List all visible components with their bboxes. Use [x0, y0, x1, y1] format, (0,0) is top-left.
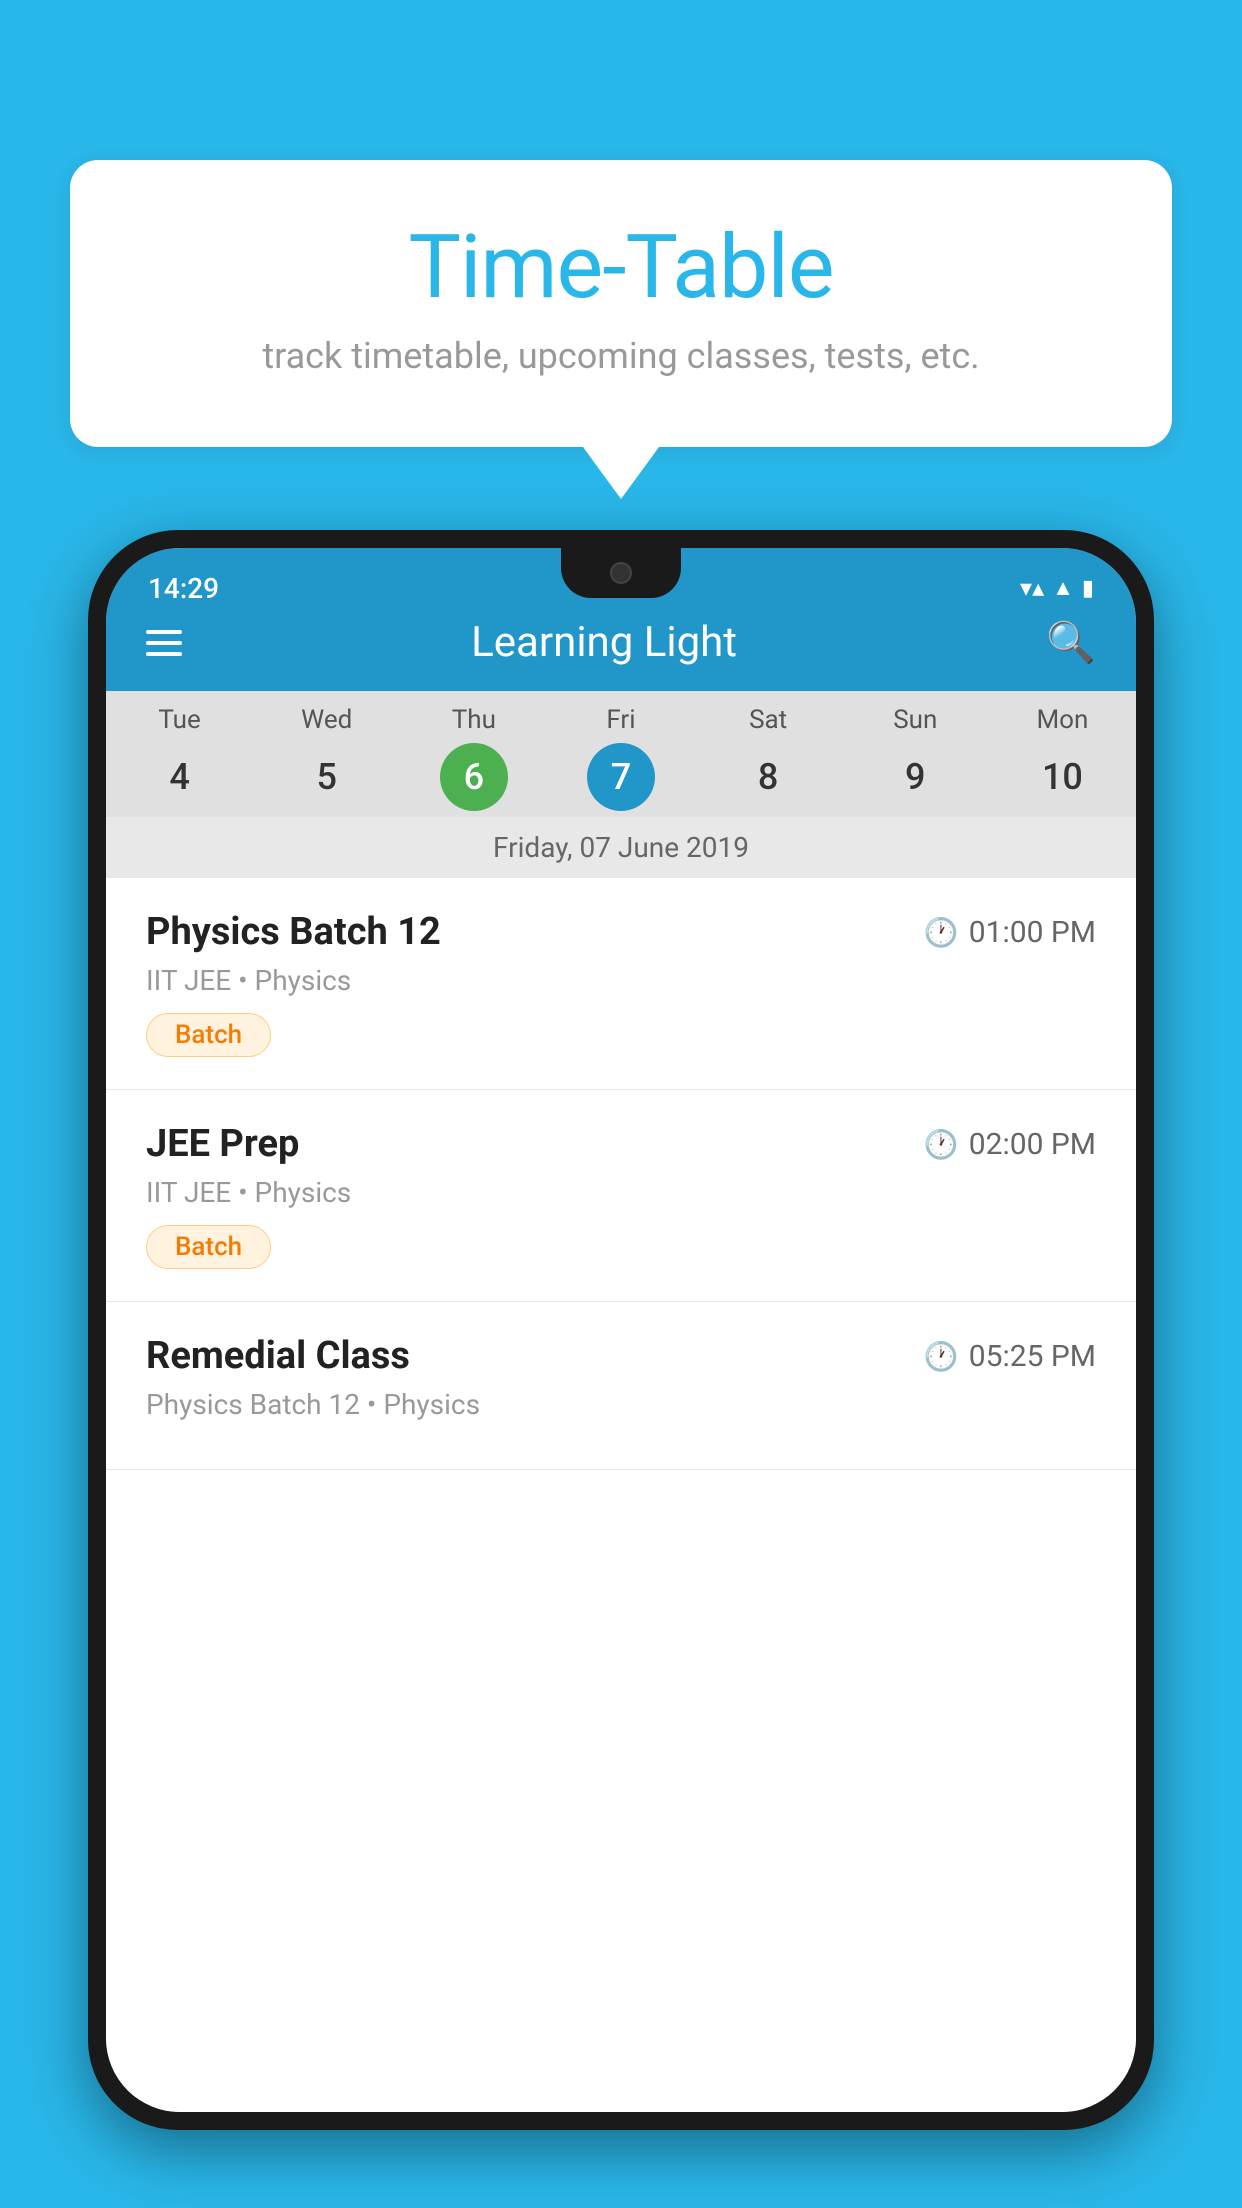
phone-screen: Learning Light 🔍 Tue4Wed5Thu6Fri7Sat8Sun…: [106, 548, 1136, 2112]
schedule-item-meta: IIT JEE • Physics: [146, 964, 1096, 997]
schedule-list: Physics Batch 12 🕐 01:00 PM IIT JEE • Phys…: [106, 878, 1136, 2112]
schedule-item-meta: Physics Batch 12 • Physics: [146, 1388, 1096, 1421]
schedule-item-time: 🕐 05:25 PM: [924, 1339, 1096, 1374]
speech-bubble-subtitle: track timetable, upcoming classes, tests…: [150, 335, 1092, 377]
calendar-day-col[interactable]: Mon 10: [989, 705, 1136, 811]
batch-tag: Batch: [146, 1013, 271, 1057]
day-number: 8: [734, 743, 802, 811]
day-number: 10: [1028, 743, 1096, 811]
day-number: 5: [293, 743, 361, 811]
speech-bubble-wrapper: Time-Table track timetable, upcoming cla…: [70, 160, 1172, 499]
battery-icon: ▮: [1082, 576, 1094, 601]
hamburger-menu-icon[interactable]: [146, 630, 182, 656]
clock-icon: 🕐: [924, 1128, 959, 1161]
calendar-day-col[interactable]: Sun 9: [842, 705, 989, 811]
calendar-day-col[interactable]: Tue 4: [106, 705, 253, 811]
calendar-day-col[interactable]: Sat 8: [695, 705, 842, 811]
phone-mockup: 14:29 ▾▴ ▲ ▮ Learning Light 🔍: [88, 530, 1154, 2208]
day-name: Thu: [452, 705, 496, 735]
hamburger-line-2: [146, 641, 182, 645]
phone-notch: [561, 548, 681, 598]
schedule-item-time: 🕐 01:00 PM: [924, 915, 1096, 950]
schedule-item-time: 🕐 02:00 PM: [924, 1127, 1096, 1162]
day-number: 7: [587, 743, 655, 811]
day-name: Sat: [749, 705, 787, 735]
clock-icon: 🕐: [924, 1340, 959, 1373]
schedule-item[interactable]: Remedial Class 🕐 05:25 PM Physics Batch 12…: [106, 1302, 1136, 1470]
schedule-item[interactable]: Physics Batch 12 🕐 01:00 PM IIT JEE • Phys…: [106, 878, 1136, 1090]
speech-bubble-title: Time-Table: [150, 220, 1092, 317]
schedule-item-name: JEE Prep: [146, 1122, 299, 1166]
camera-dot: [610, 562, 632, 584]
speech-bubble-arrow: [583, 447, 659, 499]
calendar-days-row: Tue 4 Wed 5 Thu 6 Fri 7 Sat 8 Sun 9 Mon 10: [106, 691, 1136, 817]
status-icons: ▾▴ ▲ ▮: [1020, 574, 1094, 602]
schedule-item-meta: IIT JEE • Physics: [146, 1176, 1096, 1209]
day-name: Sun: [893, 705, 937, 735]
calendar-section: Tue 4 Wed 5 Thu 6 Fri 7 Sat 8 Sun 9 Mon 10 Friday, 07…: [106, 691, 1136, 878]
status-time: 14:29: [148, 572, 219, 605]
clock-icon: 🕐: [924, 916, 959, 949]
calendar-day-col[interactable]: Fri 7: [547, 705, 694, 811]
calendar-day-col[interactable]: Wed 5: [253, 705, 400, 811]
day-number: 6: [440, 743, 508, 811]
day-name: Tue: [158, 705, 200, 735]
phone-status-bar: 14:29 ▾▴ ▲ ▮: [88, 548, 1154, 628]
calendar-day-col[interactable]: Thu 6: [400, 705, 547, 811]
selected-date-label: Friday, 07 June 2019: [106, 817, 1136, 878]
hamburger-line-3: [146, 652, 182, 656]
schedule-item[interactable]: JEE Prep 🕐 02:00 PM IIT JEE • Physics Batch: [106, 1090, 1136, 1302]
speech-bubble: Time-Table track timetable, upcoming cla…: [70, 160, 1172, 447]
batch-tag: Batch: [146, 1225, 271, 1269]
day-name: Fri: [606, 705, 635, 735]
schedule-item-name: Remedial Class: [146, 1334, 410, 1378]
day-number: 4: [146, 743, 214, 811]
wifi-icon: ▾▴: [1020, 574, 1044, 602]
schedule-item-name: Physics Batch 12: [146, 910, 441, 954]
phone-outer: 14:29 ▾▴ ▲ ▮ Learning Light 🔍: [88, 530, 1154, 2130]
day-name: Wed: [301, 705, 352, 735]
hamburger-line-1: [146, 630, 182, 634]
signal-icon: ▲: [1052, 575, 1074, 601]
day-number: 9: [881, 743, 949, 811]
day-name: Mon: [1036, 705, 1088, 735]
